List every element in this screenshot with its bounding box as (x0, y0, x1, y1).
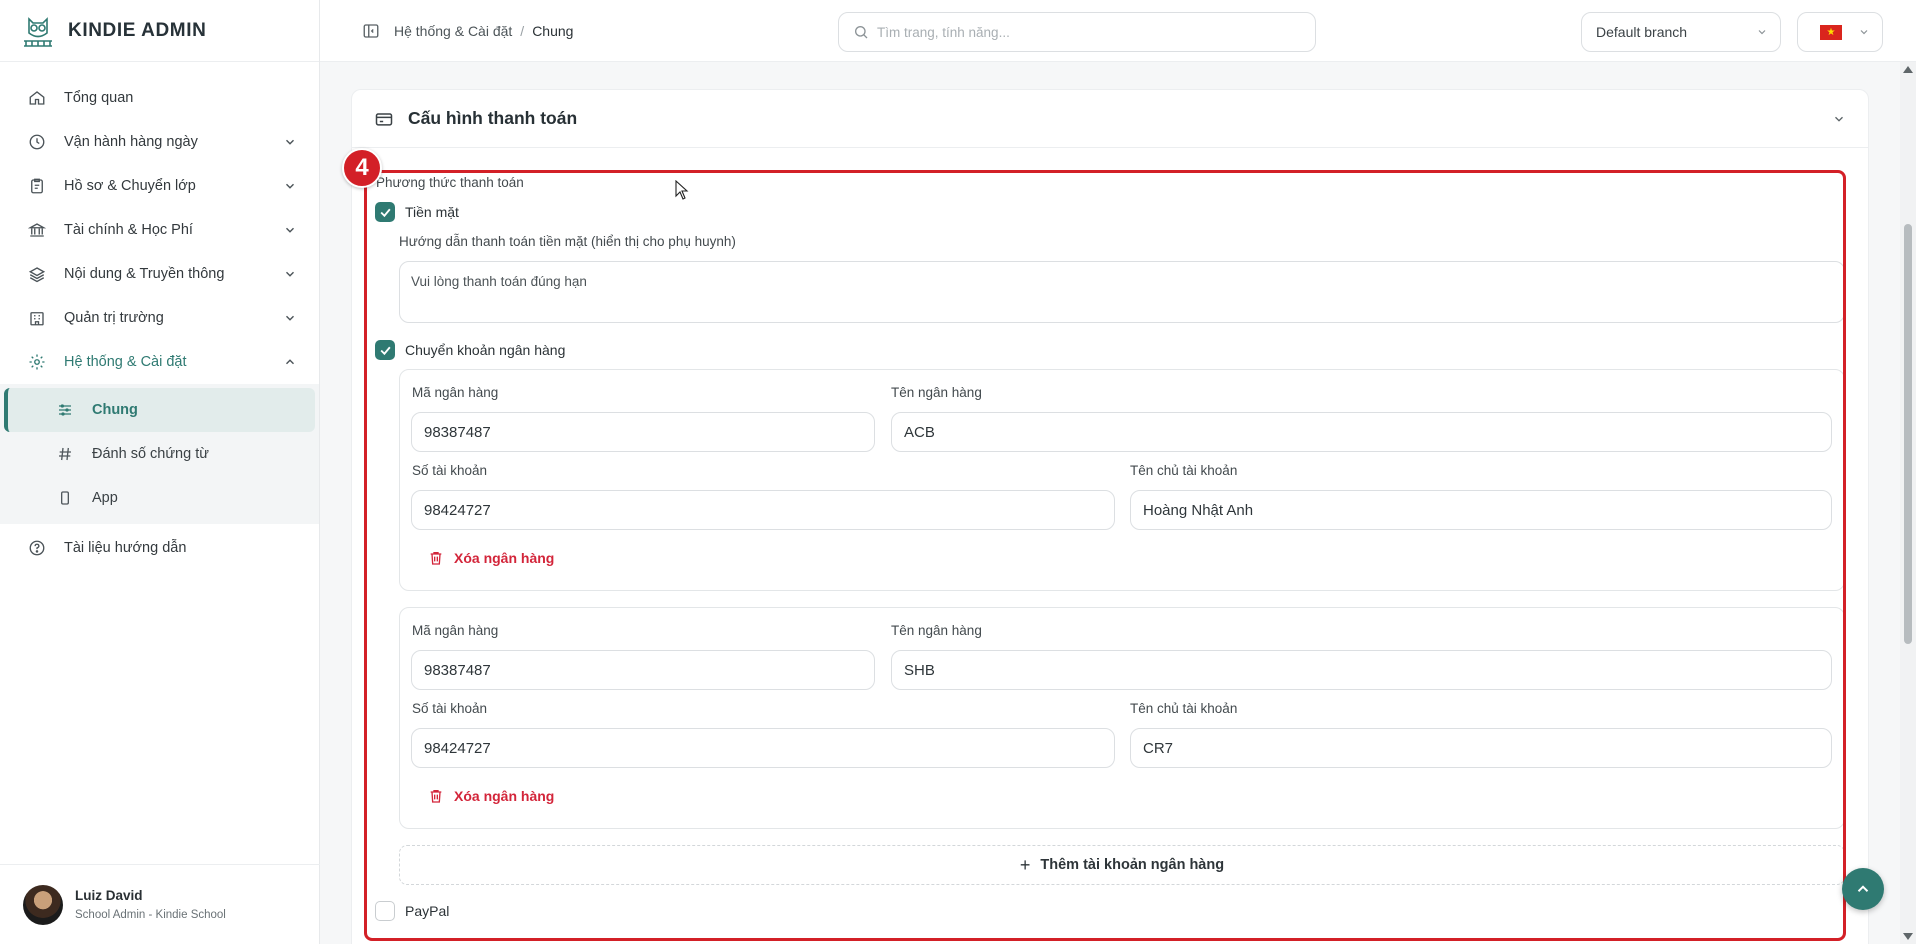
sidebar-item-content[interactable]: Nội dung & Truyền thông (0, 252, 319, 296)
breadcrumb-separator: / (520, 23, 525, 39)
chevron-down-icon (1758, 30, 1766, 35)
user-profile[interactable]: Luiz David School Admin - Kindie School (0, 864, 320, 944)
page-scrollbar[interactable] (1900, 62, 1916, 944)
help-circle-icon (27, 538, 47, 558)
sidebar-item-daily-operations[interactable]: Vận hành hàng ngày (0, 120, 319, 164)
language-select[interactable]: ★ (1797, 12, 1883, 52)
search-icon (855, 26, 868, 39)
highlight-badge: 4 (342, 148, 382, 188)
chevron-down-icon (1860, 30, 1868, 35)
sidebar-item-label: Hệ thống & Cài đặt (64, 354, 187, 370)
sidebar-item-label: Tài chính & Học Phí (64, 222, 193, 238)
sidebar-nav: Tổng quan Vận hành hàng ngày Hồ sơ & Chu… (0, 62, 319, 570)
sidebar-item-label: Tài liệu hướng dẫn (64, 540, 187, 556)
highlight-box (364, 170, 1846, 941)
sliders-icon (56, 401, 74, 419)
breadcrumb-current: Chung (532, 23, 574, 39)
gear-icon (27, 352, 47, 372)
home-icon (27, 88, 47, 108)
breadcrumb: Hệ thống & Cài đặt / Chung (362, 22, 573, 40)
search-box[interactable] (838, 12, 1316, 52)
credit-card-icon (375, 112, 393, 126)
sidebar-item-school-admin[interactable]: Quản trị trường (0, 296, 319, 340)
sidebar-subitem-label: Đánh số chứng từ (92, 446, 209, 462)
sidebar-subitem-numbering[interactable]: Đánh số chứng từ (4, 432, 315, 476)
owl-logo-icon (24, 16, 52, 47)
sidebar-toggle-icon[interactable] (362, 22, 380, 40)
chevron-down-icon (286, 139, 294, 145)
breadcrumb-parent[interactable]: Hệ thống & Cài đặt (394, 23, 512, 39)
sidebar-item-docs[interactable]: Tài liệu hướng dẫn (0, 526, 319, 570)
sidebar: KINDIE ADMIN Tổng quan Vận hành hàng ngà… (0, 0, 320, 944)
scroll-down-arrow-icon[interactable] (1903, 933, 1913, 940)
sidebar-item-records[interactable]: Hồ sơ & Chuyển lớp (0, 164, 319, 208)
sidebar-item-system-settings[interactable]: Hệ thống & Cài đặt (0, 340, 319, 384)
payment-config-header[interactable]: Cấu hình thanh toán (352, 90, 1868, 148)
chevron-down-icon (286, 183, 294, 189)
scrollbar-thumb[interactable] (1904, 224, 1912, 644)
sidebar-item-label: Nội dung & Truyền thông (64, 266, 225, 282)
branch-select[interactable]: Default branch (1581, 12, 1781, 52)
vietnam-flag-icon: ★ (1820, 25, 1842, 40)
user-role: School Admin - Kindie School (75, 909, 226, 921)
sidebar-item-overview[interactable]: Tổng quan (0, 76, 319, 120)
topbar: Hệ thống & Cài đặt / Chung Default branc… (320, 0, 1916, 62)
sidebar-subitem-app[interactable]: App (4, 476, 315, 520)
clock-icon (27, 132, 47, 152)
sidebar-subitem-label: App (92, 490, 118, 506)
brand-title: KINDIE ADMIN (68, 19, 207, 41)
chevron-down-icon (286, 227, 294, 233)
clipboard-icon (27, 176, 47, 196)
section-title: Cấu hình thanh toán (408, 108, 578, 128)
avatar (23, 884, 63, 925)
chevron-down-icon (286, 315, 294, 321)
hash-icon (56, 445, 74, 463)
sidebar-item-label: Tổng quan (64, 90, 134, 106)
sidebar-item-finance[interactable]: Tài chính & Học Phí (0, 208, 319, 252)
sidebar-item-label: Hồ sơ & Chuyển lớp (64, 178, 196, 194)
search-input[interactable] (877, 24, 1297, 40)
sidebar-item-label: Vận hành hàng ngày (64, 134, 198, 150)
sidebar-subitem-label: Chung (92, 402, 138, 418)
branch-select-value: Default branch (1596, 24, 1688, 40)
building-icon (27, 308, 47, 328)
chevron-up-icon (1857, 885, 1869, 892)
scroll-to-top-button[interactable] (1842, 868, 1884, 910)
bank-icon (27, 220, 47, 240)
mouse-cursor-icon (675, 180, 689, 200)
sidebar-item-label: Quản trị trường (64, 310, 164, 326)
layers-icon (27, 264, 47, 284)
chevron-down-icon[interactable] (1832, 112, 1846, 126)
chevron-down-icon (286, 271, 294, 277)
chevron-up-icon (286, 359, 294, 365)
settings-submenu: Chung Đánh số chứng từ App (0, 384, 319, 524)
user-name: Luiz David (75, 888, 143, 903)
scroll-up-arrow-icon[interactable] (1903, 66, 1913, 73)
sidebar-subitem-general[interactable]: Chung (4, 388, 315, 432)
phone-icon (56, 489, 74, 507)
brand[interactable]: KINDIE ADMIN (0, 0, 319, 62)
